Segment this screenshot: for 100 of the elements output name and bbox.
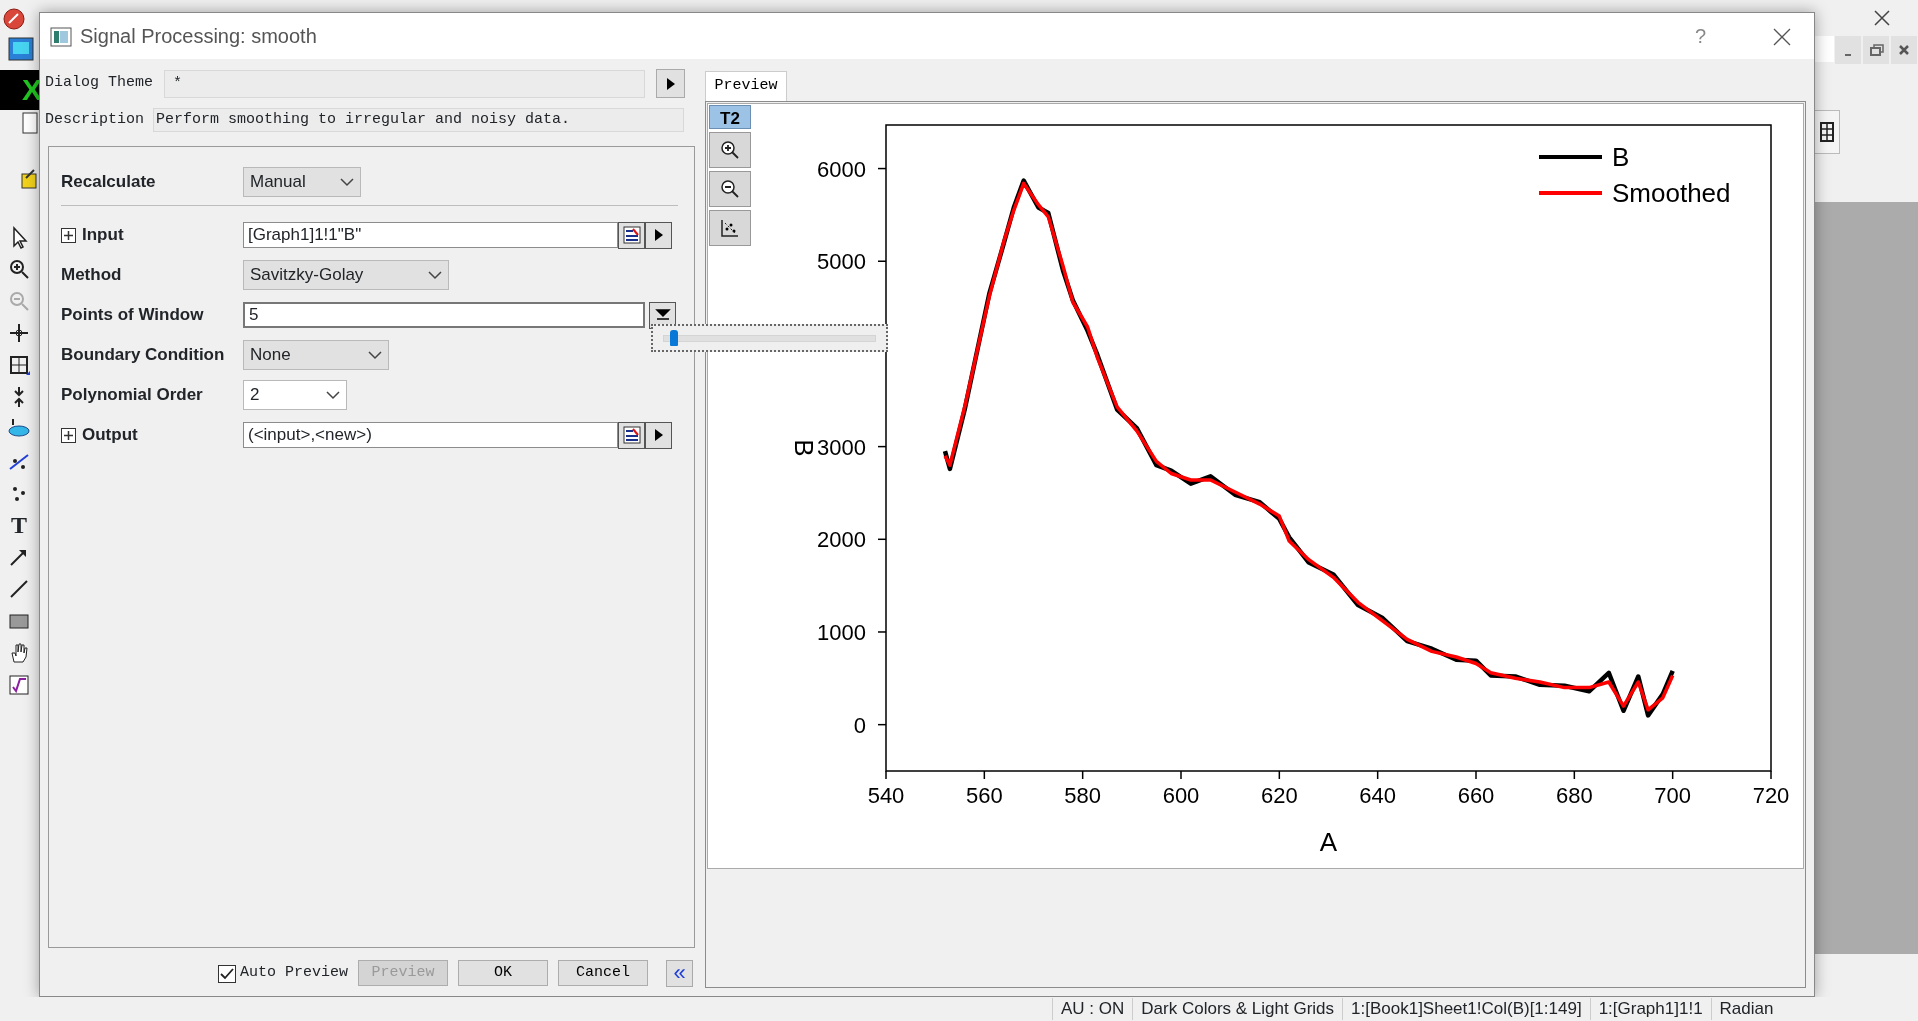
arrow-icon [665, 76, 676, 91]
dropdown[interactable]: None [243, 340, 389, 370]
input-field[interactable]: 5 [243, 302, 645, 328]
slider-popup[interactable] [651, 324, 888, 352]
tick-mark [1278, 770, 1281, 780]
checkbox[interactable] [217, 964, 236, 983]
caret-icon [428, 271, 442, 281]
tick-label: 5000 [817, 249, 866, 275]
description-field: Perform smoothing to irregular and noisy data. [153, 108, 684, 132]
tick-label: 680 [1555, 783, 1593, 808]
axis-title: A [1319, 827, 1338, 857]
checkbox-label[interactable]: Auto Preview [239, 961, 348, 985]
close-icon[interactable] [1772, 26, 1792, 47]
arrow-button[interactable] [656, 69, 685, 98]
page-icon[interactable] [22, 111, 38, 134]
axis-title: B [789, 439, 819, 457]
dialog-button[interactable]: OK [458, 960, 548, 986]
zoom-in-icon[interactable] [7, 257, 31, 281]
arrow-button[interactable] [645, 221, 672, 249]
expand-icon[interactable] [61, 428, 76, 444]
caret-icon [368, 351, 382, 361]
toolbar-icon[interactable] [8, 36, 34, 61]
status-bar-item: Dark Colors & Light Grids [1132, 998, 1343, 1020]
tick-mark [877, 445, 887, 448]
dialog-icon [50, 26, 72, 47]
window-title: Signal Processing: smooth [80, 24, 318, 49]
dialog-button[interactable]: Cancel [558, 960, 648, 986]
layer-button[interactable]: T2 [709, 105, 751, 129]
grid-icon[interactable] [7, 353, 31, 377]
tick-mark [877, 631, 887, 633]
theme-field[interactable]: * [164, 69, 645, 98]
tick-label: 2000 [817, 527, 866, 553]
collapse-button[interactable]: « [666, 959, 693, 987]
pencil-icon[interactable] [20, 167, 38, 190]
tick-label: 620 [1260, 783, 1298, 808]
tick-mark [1180, 770, 1182, 780]
zoom-out-icon[interactable] [719, 178, 741, 200]
tick-mark [1081, 770, 1084, 780]
zoom-in-icon[interactable] [719, 139, 741, 161]
arrow-icon [653, 428, 664, 442]
tick-label: 660 [1457, 783, 1495, 808]
table-icon[interactable] [1819, 122, 1834, 142]
tick-label: 1000 [817, 620, 866, 645]
legend-label: Smoothed [1612, 178, 1731, 208]
caret-icon [326, 391, 340, 401]
field-label: Method [61, 264, 122, 287]
help-button[interactable]: ? [1694, 21, 1706, 51]
tick-mark [1376, 770, 1379, 780]
tick-label: 600 [1162, 783, 1200, 808]
select-range-button[interactable] [618, 221, 645, 249]
status-bar-item: 1:[Book1]Sheet1!Col(B)[1:149] [1342, 998, 1590, 1020]
status-bar-item: Radian [1710, 998, 1782, 1020]
dropdown[interactable]: 2 [243, 380, 347, 410]
tick-mark [1573, 770, 1576, 780]
tab[interactable]: Preview [705, 71, 787, 101]
tick-mark [1671, 770, 1674, 780]
tick-label: 700 [1654, 783, 1692, 808]
status-bar-item: AU : ON [1052, 998, 1133, 1020]
crosshair-icon[interactable] [7, 321, 31, 345]
arrow-icon [653, 228, 664, 242]
caret-icon [340, 178, 354, 188]
app-icon [3, 7, 25, 30]
field-label: Input [82, 224, 124, 247]
legend-line [1539, 155, 1602, 159]
tick-label: 560 [965, 783, 1003, 808]
tick-mark [877, 723, 887, 726]
legend-label: B [1612, 142, 1630, 172]
tick-label: 580 [1064, 783, 1102, 808]
field-label: Points of Window [61, 304, 204, 327]
text-tool[interactable]: T [11, 513, 27, 537]
select-range-button[interactable] [618, 421, 645, 449]
tick-label: 0 [853, 712, 866, 738]
input-field[interactable]: (<input>,<new>) [243, 422, 618, 448]
workbook-label: X [0, 70, 40, 110]
caret-icon [654, 308, 671, 322]
tick-label: 6000 [817, 156, 866, 182]
tick-mark [877, 167, 887, 170]
expand-icon[interactable] [61, 228, 76, 244]
tick-label: 540 [867, 783, 905, 808]
field-label: Recalculate [61, 171, 156, 194]
slider-thumb[interactable] [670, 329, 679, 346]
status-bar-item: 1:[Graph1]1!1 [1589, 998, 1711, 1020]
input-field[interactable]: [Graph1]1!1"B" [243, 222, 618, 248]
tick-label: 720 [1752, 783, 1790, 808]
tick-label: 3000 [817, 434, 866, 460]
tick-mark [1770, 770, 1772, 780]
dropdown[interactable]: Savitzky-Golay [243, 260, 449, 290]
formula-icon[interactable] [7, 673, 31, 697]
field-label: Boundary Condition [61, 344, 225, 367]
tick-mark [983, 770, 986, 780]
field-label: Output [82, 424, 138, 447]
arrow-button[interactable] [645, 421, 672, 449]
tick-mark [877, 260, 887, 262]
field-label: Dialog Theme [45, 73, 155, 94]
tick-mark [885, 770, 887, 780]
dropdown[interactable]: Manual [243, 167, 361, 197]
legend-line [1539, 191, 1602, 195]
rescale-icon[interactable] [719, 217, 741, 239]
tick-label: 640 [1359, 783, 1397, 808]
tick-mark [877, 538, 887, 541]
